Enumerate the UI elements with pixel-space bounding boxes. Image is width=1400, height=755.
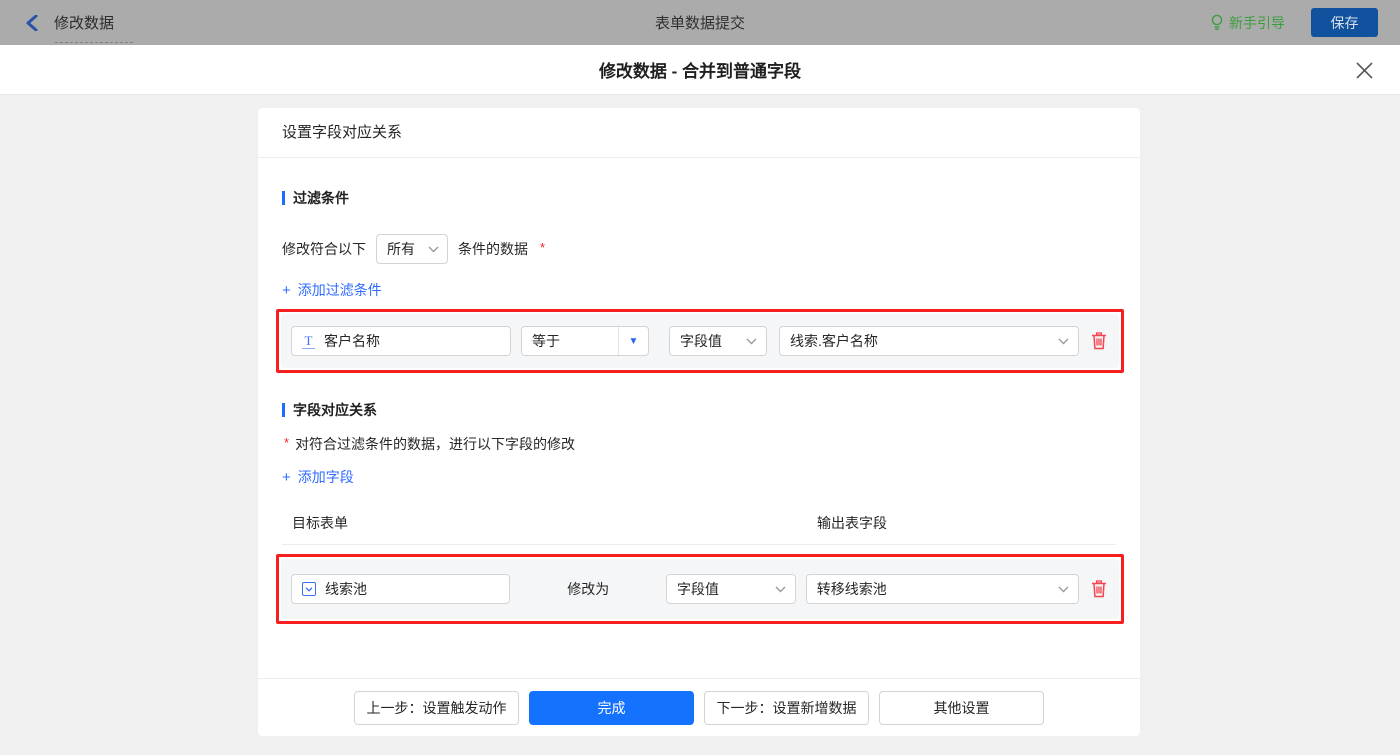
add-field-label: 添加字段	[297, 469, 354, 485]
section-bar	[282, 191, 285, 205]
guide-label: 新手引导	[1229, 14, 1285, 31]
topbar-left: 修改数据	[22, 12, 114, 33]
mapping-value-type-select[interactable]: 字段值	[666, 574, 796, 604]
column-output-field: 输出表字段	[817, 515, 887, 531]
plus-icon: +	[282, 468, 291, 486]
match-line: 修改符合以下 所有 条件的数据 *	[282, 234, 1116, 264]
trash-icon	[1092, 580, 1107, 598]
chevron-down-icon	[746, 338, 757, 344]
card-content: 过滤条件 修改符合以下 所有 条件的数据 * + 添加过滤条件 T 客户名称 等…	[258, 158, 1140, 678]
filter-field-box[interactable]: T 客户名称	[291, 326, 511, 356]
column-target-form: 目标表单	[292, 515, 348, 531]
filter-value-type-select[interactable]: 字段值	[669, 326, 767, 356]
filter-row-highlight: T 客户名称 等于 ▼ 字段值 线索.客户名称	[276, 309, 1124, 373]
settings-card: 设置字段对应关系 过滤条件 修改符合以下 所有 条件的数据 * + 添加过滤条件	[258, 108, 1140, 736]
chevron-down-icon	[1058, 338, 1069, 344]
delete-filter-button[interactable]	[1089, 330, 1109, 352]
target-field-box[interactable]: 线索池	[291, 574, 511, 604]
mapping-value-type: 字段值	[677, 581, 720, 597]
required-asterisk: *	[540, 239, 546, 255]
topbar: 修改数据 表单数据提交 新手引导 保存	[0, 0, 1400, 45]
add-filter-label: 添加过滤条件	[297, 282, 382, 298]
back-icon[interactable]	[22, 14, 40, 32]
close-icon[interactable]	[1354, 60, 1374, 80]
filter-section-title: 过滤条件	[282, 188, 1116, 208]
target-field-name: 线索池	[325, 581, 367, 597]
match-mode-select[interactable]: 所有	[376, 234, 448, 264]
dialog-header: 修改数据 - 合并到普通字段	[0, 45, 1400, 95]
guide-link[interactable]: 新手引导	[1210, 13, 1285, 33]
add-field-link[interactable]: + 添加字段	[282, 467, 354, 487]
operator-select[interactable]: 等于 ▼	[521, 326, 649, 356]
mapping-note: * 对符合过滤条件的数据，进行以下字段的修改	[282, 434, 1116, 454]
filter-value-type: 字段值	[680, 333, 722, 349]
delete-mapping-button[interactable]	[1089, 578, 1109, 600]
operator-value: 等于	[532, 333, 560, 349]
filter-value-select[interactable]: 线索.客户名称	[779, 326, 1079, 356]
required-asterisk: *	[284, 435, 290, 450]
mapping-section-title: 字段对应关系	[282, 400, 1116, 420]
filter-field-name: 客户名称	[324, 333, 380, 349]
save-button[interactable]: 保存	[1311, 8, 1378, 37]
mapping-value: 转移线索池	[816, 581, 887, 597]
modify-to-label: 修改为	[567, 581, 610, 597]
filter-value: 线索.客户名称	[790, 333, 878, 349]
card-title: 设置字段对应关系	[258, 108, 1140, 158]
chevron-down-icon	[775, 586, 786, 592]
next-step-button[interactable]: 下一步：设置新增数据	[704, 690, 869, 725]
topbar-right: 新手引导 保存	[1210, 8, 1378, 37]
workflow-name[interactable]: 修改数据	[54, 12, 114, 33]
caret-down-icon: ▼	[618, 327, 648, 355]
dialog-body: 设置字段对应关系 过滤条件 修改符合以下 所有 条件的数据 * + 添加过滤条件	[0, 96, 1400, 755]
filter-section-label: 过滤条件	[293, 190, 349, 206]
mapping-value-select[interactable]: 转移线索池	[805, 574, 1080, 604]
section-bar	[282, 403, 285, 417]
node-title: 表单数据提交	[654, 15, 745, 32]
mapping-note-text: 对符合过滤条件的数据，进行以下字段的修改	[295, 436, 576, 452]
mapping-section-label: 字段对应关系	[293, 402, 377, 418]
filter-condition-row: T 客户名称 等于 ▼ 字段值 线索.客户名称	[281, 314, 1119, 368]
prev-step-button[interactable]: 上一步：设置触发动作	[354, 690, 519, 725]
match-prefix: 修改符合以下	[282, 241, 366, 257]
add-filter-link[interactable]: + 添加过滤条件	[282, 280, 382, 300]
bulb-icon	[1211, 14, 1223, 30]
match-suffix: 条件的数据	[458, 241, 528, 257]
text-field-icon: T	[302, 334, 315, 349]
select-field-icon	[302, 582, 316, 596]
trash-icon	[1092, 332, 1106, 350]
other-settings-button[interactable]: 其他设置	[879, 690, 1044, 725]
mapping-row-highlight: 线索池 修改为 字段值 转移线索池	[276, 554, 1124, 624]
mapping-table-header: 目标表单 输出表字段	[282, 507, 1116, 545]
card-footer: 上一步：设置触发动作 完成 下一步：设置新增数据 其他设置	[258, 678, 1140, 736]
mapping-row: 线索池 修改为 字段值 转移线索池	[281, 559, 1119, 619]
plus-icon: +	[282, 281, 291, 299]
done-button[interactable]: 完成	[529, 690, 694, 725]
chevron-down-icon	[1058, 586, 1069, 592]
dialog-title: 修改数据 - 合并到普通字段	[598, 62, 802, 81]
workflow-name-underline	[55, 42, 133, 43]
chevron-down-icon	[428, 246, 439, 252]
match-mode-value: 所有	[387, 241, 415, 257]
